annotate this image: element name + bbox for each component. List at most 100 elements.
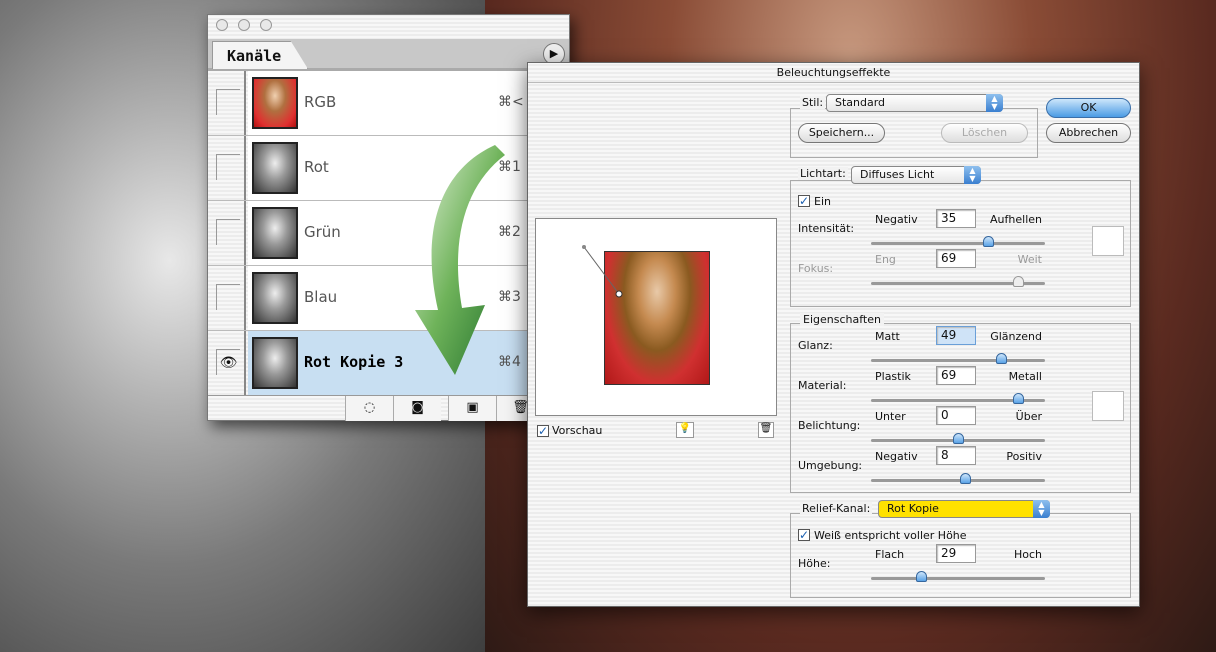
channel-body[interactable]: RGB ⌘< — [248, 71, 545, 135]
fokus-input[interactable]: 69 — [936, 249, 976, 268]
visibility-box[interactable] — [216, 219, 240, 245]
visibility-box[interactable] — [216, 284, 240, 310]
umgebung-input[interactable]: 8 — [936, 446, 976, 465]
fokus-slider[interactable] — [871, 276, 1045, 287]
light-color-swatch[interactable] — [1092, 226, 1124, 256]
ein-checkbox[interactable]: ✓ — [798, 195, 810, 207]
new-channel-icon[interactable]: ▣ — [448, 396, 496, 421]
eye-icon[interactable]: 👁 — [216, 349, 240, 375]
dialog-title: Beleuchtungseffekte — [528, 63, 1139, 83]
lighting-effects-dialog: Beleuchtungseffekte ✓ Vorschau 💡 🗑 OK Ab… — [527, 62, 1140, 607]
material-slider[interactable] — [871, 393, 1045, 404]
intensitaet-input[interactable]: 35 — [936, 209, 976, 228]
light-bulb-icon[interactable]: 💡 — [676, 422, 694, 438]
intensitaet-max-label: Aufhellen — [990, 213, 1042, 226]
visibility-toggle[interactable]: 👁 — [208, 331, 246, 395]
hoehe-min-label: Flach — [875, 548, 905, 561]
hoehe-max-label: Hoch — [1013, 548, 1042, 561]
tab-kanaele[interactable]: Kanäle — [212, 41, 308, 69]
preview-label: Vorschau — [552, 424, 603, 437]
channel-name: Blau — [304, 288, 338, 306]
chevron-updown-icon: ▲ ▼ — [1033, 500, 1050, 518]
visibility-box[interactable] — [216, 154, 240, 180]
cancel-button[interactable]: Abbrechen — [1046, 123, 1131, 143]
belichtung-slider[interactable] — [871, 433, 1045, 444]
umgebung-slider-thumb[interactable] — [959, 473, 971, 484]
fokus-label: Fokus: — [798, 262, 834, 275]
fokus-slider-thumb[interactable] — [1013, 276, 1025, 287]
chevron-updown-icon: ▲ ▼ — [964, 166, 981, 184]
channel-thumbnail — [252, 337, 298, 389]
channel-thumbnail — [252, 142, 298, 194]
trash-icon[interactable]: 🗑 — [758, 422, 774, 438]
light-handle[interactable] — [576, 239, 626, 299]
glanz-slider[interactable] — [871, 353, 1045, 364]
visibility-toggle[interactable] — [208, 136, 246, 200]
tab-bar: Kanäle ▶ — [208, 39, 569, 71]
minimize-button[interactable] — [238, 19, 250, 31]
preview-checkbox[interactable]: ✓ — [537, 425, 549, 437]
intensitaet-slider-thumb[interactable] — [983, 236, 995, 247]
material-min-label: Plastik — [875, 370, 911, 383]
relief-label: Relief-Kanal: — [800, 502, 873, 515]
umgebung-label: Umgebung: — [798, 459, 863, 472]
chevron-updown-icon: ▲ ▼ — [986, 94, 1003, 112]
ein-label: Ein — [814, 195, 831, 208]
preview-area[interactable] — [535, 218, 777, 416]
save-button[interactable]: Speichern... — [798, 123, 885, 143]
triangle-right-icon: ▶ — [549, 47, 559, 60]
belichtung-input[interactable]: 0 — [936, 406, 976, 425]
material-label: Material: — [798, 379, 847, 392]
channel-name: Grün — [304, 223, 341, 241]
belichtung-slider-thumb[interactable] — [953, 433, 964, 444]
glanz-label: Glanz: — [798, 339, 833, 352]
weiss-checkbox[interactable]: ✓ — [798, 529, 810, 541]
intensitaet-min-label: Negativ — [875, 213, 918, 226]
hoehe-input[interactable]: 29 — [936, 544, 976, 563]
umgebung-min-label: Negativ — [875, 450, 918, 463]
visibility-toggle[interactable] — [208, 71, 246, 135]
ok-button[interactable]: OK — [1046, 98, 1131, 118]
glanz-input[interactable]: 49 — [936, 326, 976, 345]
save-selection-icon[interactable]: ◙ — [393, 396, 441, 421]
channel-name: Rot Kopie 3 — [304, 353, 404, 371]
panel-footer: ◌ ◙ ▣ 🗑 — [208, 395, 569, 421]
material-input[interactable]: 69 — [936, 366, 976, 385]
channel-shortcut: ⌘< — [498, 94, 524, 110]
green-arrow-graphic — [415, 145, 505, 375]
channel-thumbnail — [252, 77, 298, 129]
glanz-slider-thumb[interactable] — [995, 353, 1007, 364]
visibility-toggle[interactable] — [208, 266, 246, 330]
channel-name: Rot — [304, 158, 329, 176]
visibility-box[interactable] — [216, 89, 240, 115]
delete-button[interactable]: Löschen — [941, 123, 1028, 143]
fokus-min-label: Eng — [875, 253, 896, 266]
umgebung-max-label: Positiv — [1006, 450, 1042, 463]
lichtart-label: Lichtart: — [798, 167, 848, 180]
channel-thumbnail — [252, 272, 298, 324]
stil-label: Stil: — [800, 96, 826, 109]
channel-thumbnail — [252, 207, 298, 259]
lichtart-dropdown[interactable]: Diffuses Licht ▲ ▼ — [851, 166, 981, 184]
hoehe-slider-thumb[interactable] — [916, 571, 928, 582]
visibility-toggle[interactable] — [208, 201, 246, 265]
eigenschaften-label: Eigenschaften — [800, 313, 884, 326]
material-color-swatch[interactable] — [1092, 391, 1124, 421]
glanz-min-label: Matt — [875, 330, 900, 343]
load-selection-icon[interactable]: ◌ — [345, 396, 393, 421]
material-max-label: Metall — [1008, 370, 1042, 383]
relief-channel-dropdown[interactable]: Rot Kopie ▲ ▼ — [878, 500, 1050, 518]
hoehe-slider[interactable] — [871, 571, 1045, 582]
zoom-button[interactable] — [260, 19, 272, 31]
material-slider-thumb[interactable] — [1013, 393, 1025, 404]
glanz-max-label: Glänzend — [990, 330, 1042, 343]
weiss-label: Weiß entspricht voller Höhe — [814, 529, 967, 542]
channel-row[interactable]: RGB ⌘< — [208, 71, 545, 136]
hoehe-label: Höhe: — [798, 557, 831, 570]
intensitaet-slider[interactable] — [871, 236, 1045, 247]
channel-name: RGB — [304, 93, 337, 111]
belichtung-min-label: Unter — [875, 410, 906, 423]
close-button[interactable] — [216, 19, 228, 31]
stil-dropdown[interactable]: Standard ▲ ▼ — [826, 94, 1003, 112]
umgebung-slider[interactable] — [871, 473, 1045, 484]
